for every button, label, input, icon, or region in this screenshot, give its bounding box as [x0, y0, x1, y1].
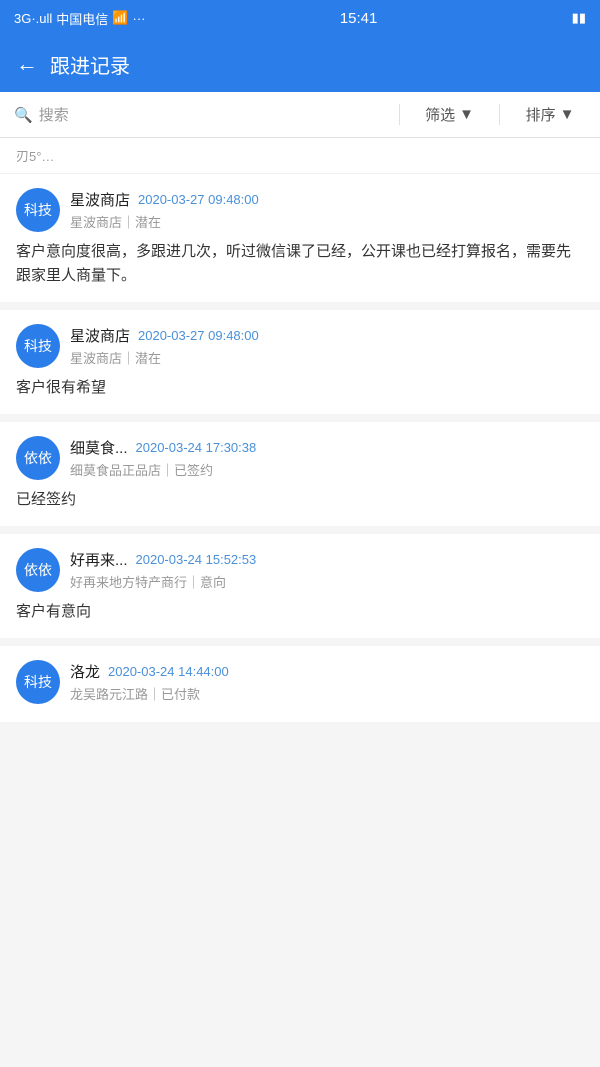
record-card[interactable]: 科技 洛龙 2020-03-24 14:44:00 龙吴路元江路｜已付款: [0, 646, 600, 730]
status-bar: 3G·.ull 中国电信 📶 ··· 15:41 ▮▮: [0, 0, 600, 36]
record-title-row: 星波商店 2020-03-27 09:48:00: [70, 189, 584, 210]
record-content: 客户有意向: [16, 600, 584, 624]
battery-icon: ▮▮: [572, 10, 586, 26]
status-bar-right: ▮▮: [572, 10, 586, 26]
avatar: 科技: [16, 660, 60, 704]
partial-item: 刃5°…: [0, 138, 600, 174]
record-content: 客户很有希望: [16, 376, 584, 400]
filter-button[interactable]: 筛选 ▼: [400, 104, 500, 125]
record-sub: 星波商店｜潜在: [70, 348, 584, 367]
record-meta: 星波商店 2020-03-27 09:48:00 星波商店｜潜在: [70, 325, 584, 367]
status-bar-time: 15:41: [340, 10, 378, 27]
record-header: 依依 好再来... 2020-03-24 15:52:53 好再来地方特产商行｜…: [16, 548, 584, 592]
record-time: 2020-03-27 09:48:00: [138, 192, 259, 207]
search-icon: 🔍: [14, 106, 33, 124]
sort-button[interactable]: 排序 ▼: [500, 104, 600, 125]
record-name: 星波商店: [70, 189, 130, 210]
record-header: 科技 洛龙 2020-03-24 14:44:00 龙吴路元江路｜已付款: [16, 660, 584, 704]
search-placeholder: 搜索: [39, 104, 69, 125]
record-meta: 细莫食... 2020-03-24 17:30:38 细莫食品正品店｜已签约: [70, 437, 584, 479]
record-time: 2020-03-24 17:30:38: [136, 440, 257, 455]
page-title: 跟进记录: [50, 50, 130, 79]
record-header: 依依 细莫食... 2020-03-24 17:30:38 细莫食品正品店｜已签…: [16, 436, 584, 480]
record-name: 细莫食...: [70, 437, 128, 458]
search-input[interactable]: 🔍 搜索: [0, 104, 400, 125]
record-title-row: 细莫食... 2020-03-24 17:30:38: [70, 437, 584, 458]
record-header: 科技 星波商店 2020-03-27 09:48:00 星波商店｜潜在: [16, 324, 584, 368]
carrier-label: 中国电信: [56, 9, 108, 28]
record-time: 2020-03-27 09:48:00: [138, 328, 259, 343]
records-list: 科技 星波商店 2020-03-27 09:48:00 星波商店｜潜在 客户意向…: [0, 174, 600, 730]
avatar: 科技: [16, 188, 60, 232]
record-sub: 龙吴路元江路｜已付款: [70, 684, 584, 703]
record-card[interactable]: 依依 好再来... 2020-03-24 15:52:53 好再来地方特产商行｜…: [0, 534, 600, 646]
record-title-row: 好再来... 2020-03-24 15:52:53: [70, 549, 584, 570]
filter-label: 筛选: [425, 104, 455, 125]
record-card[interactable]: 依依 细莫食... 2020-03-24 17:30:38 细莫食品正品店｜已签…: [0, 422, 600, 534]
record-header: 科技 星波商店 2020-03-27 09:48:00 星波商店｜潜在: [16, 188, 584, 232]
record-sub: 星波商店｜潜在: [70, 212, 584, 231]
record-name: 洛龙: [70, 661, 100, 682]
record-sub: 好再来地方特产商行｜意向: [70, 572, 584, 591]
record-meta: 洛龙 2020-03-24 14:44:00 龙吴路元江路｜已付款: [70, 661, 584, 703]
record-content: 已经签约: [16, 488, 584, 512]
back-button[interactable]: ←: [16, 51, 38, 77]
record-meta: 星波商店 2020-03-27 09:48:00 星波商店｜潜在: [70, 189, 584, 231]
avatar: 依依: [16, 548, 60, 592]
header: ← 跟进记录: [0, 36, 600, 92]
sort-label: 排序: [526, 104, 556, 125]
partial-text: 刃5°…: [16, 149, 54, 164]
wifi-icon: 📶: [112, 10, 128, 26]
more-icon: ···: [133, 11, 146, 26]
record-card[interactable]: 科技 星波商店 2020-03-27 09:48:00 星波商店｜潜在 客户很有…: [0, 310, 600, 422]
record-content: 客户意向度很高，多跟进几次，听过微信课了已经，公开课也已经打算报名，需要先跟家里…: [16, 240, 584, 288]
record-meta: 好再来... 2020-03-24 15:52:53 好再来地方特产商行｜意向: [70, 549, 584, 591]
signal-icon: 3G·.ull: [14, 11, 52, 26]
avatar: 依依: [16, 436, 60, 480]
sort-chevron-icon: ▼: [560, 106, 575, 123]
record-title-row: 星波商店 2020-03-27 09:48:00: [70, 325, 584, 346]
record-time: 2020-03-24 15:52:53: [136, 552, 257, 567]
record-time: 2020-03-24 14:44:00: [108, 664, 229, 679]
filter-chevron-icon: ▼: [459, 106, 474, 123]
record-card[interactable]: 科技 星波商店 2020-03-27 09:48:00 星波商店｜潜在 客户意向…: [0, 174, 600, 310]
record-name: 星波商店: [70, 325, 130, 346]
status-bar-left: 3G·.ull 中国电信 📶 ···: [14, 9, 146, 28]
record-name: 好再来...: [70, 549, 128, 570]
record-title-row: 洛龙 2020-03-24 14:44:00: [70, 661, 584, 682]
record-sub: 细莫食品正品店｜已签约: [70, 460, 584, 479]
avatar: 科技: [16, 324, 60, 368]
toolbar: 🔍 搜索 筛选 ▼ 排序 ▼: [0, 92, 600, 138]
